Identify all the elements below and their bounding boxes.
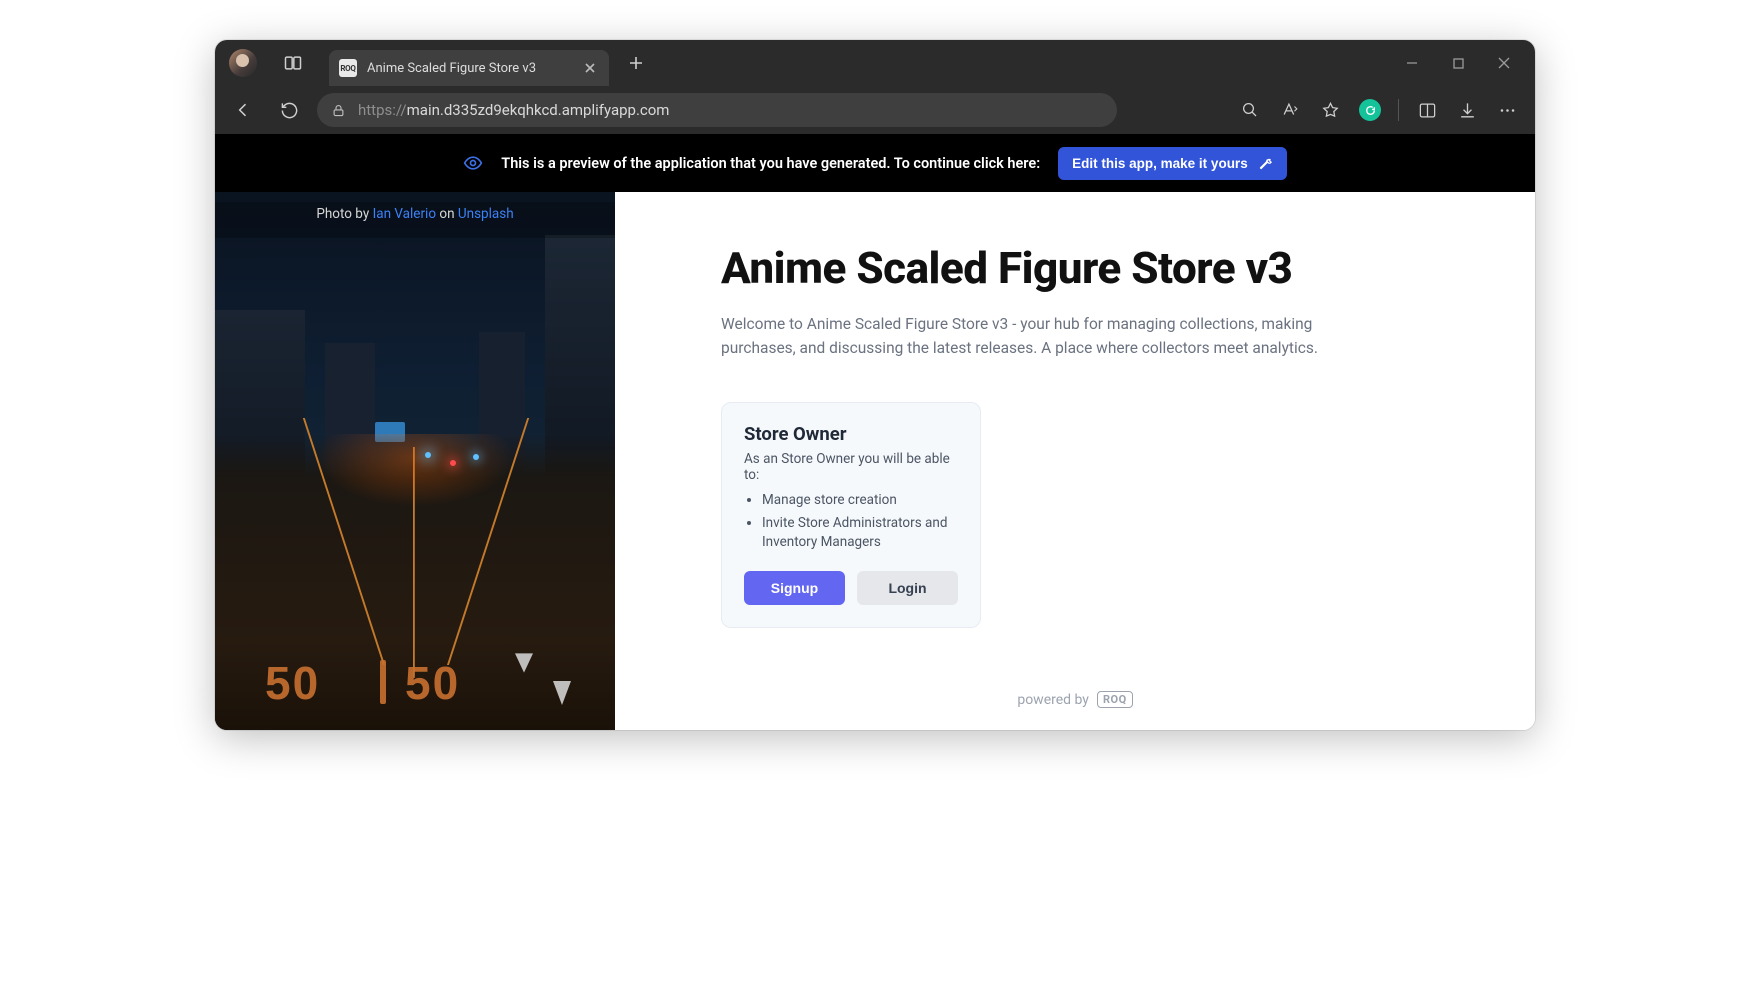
- banner-text: This is a preview of the application tha…: [501, 155, 1040, 172]
- list-item: Manage store creation: [762, 491, 958, 511]
- wrench-icon: [1258, 156, 1273, 171]
- browser-addressbar: https://main.d335zd9ekqhkcd.amplifyapp.c…: [215, 86, 1535, 134]
- edit-app-button-label: Edit this app, make it yours: [1072, 156, 1248, 171]
- zoom-icon[interactable]: [1232, 92, 1268, 128]
- main-panel: Anime Scaled Figure Store v3 Welcome to …: [615, 192, 1535, 730]
- favorite-icon[interactable]: [1312, 92, 1348, 128]
- powered-by-text: powered by: [1017, 692, 1089, 708]
- edit-app-button[interactable]: Edit this app, make it yours: [1058, 147, 1287, 180]
- lock-icon: [331, 103, 346, 118]
- url-text: https://main.d335zd9ekqhkcd.amplifyapp.c…: [358, 101, 669, 119]
- refresh-button[interactable]: [271, 92, 307, 128]
- maximize-button[interactable]: [1435, 40, 1481, 86]
- close-tab-button[interactable]: [581, 59, 599, 77]
- url-input[interactable]: https://main.d335zd9ekqhkcd.amplifyapp.c…: [317, 93, 1117, 127]
- tab-favicon-icon: ROQ: [339, 59, 357, 77]
- minimize-button[interactable]: [1389, 40, 1435, 86]
- signup-button[interactable]: Signup: [744, 571, 845, 605]
- read-aloud-icon[interactable]: [1272, 92, 1308, 128]
- preview-banner: This is a preview of the application tha…: [215, 134, 1535, 192]
- workspaces-icon[interactable]: [275, 45, 311, 81]
- close-window-button[interactable]: [1481, 40, 1527, 86]
- list-item: Invite Store Administrators and Inventor…: [762, 514, 958, 553]
- new-tab-button[interactable]: [621, 48, 651, 78]
- browser-tab[interactable]: ROQ Anime Scaled Figure Store v3: [329, 50, 609, 86]
- browser-window: ROQ Anime Scaled Figure Store v3 https:/: [215, 40, 1535, 730]
- back-button[interactable]: [225, 92, 261, 128]
- card-title: Store Owner: [744, 423, 958, 445]
- page-content: 50 50 Photo by Ian Valerio on Unsplash A…: [215, 192, 1535, 730]
- photo-source-link[interactable]: Unsplash: [458, 206, 514, 222]
- split-screen-icon[interactable]: [1409, 92, 1445, 128]
- grammarly-extension-icon[interactable]: [1352, 92, 1388, 128]
- browser-titlebar: ROQ Anime Scaled Figure Store v3: [215, 40, 1535, 86]
- role-card-store-owner: Store Owner As an Store Owner you will b…: [721, 402, 981, 628]
- road-number-left: 50: [265, 656, 320, 710]
- downloads-icon[interactable]: [1449, 92, 1485, 128]
- road-number-right: 50: [405, 656, 460, 710]
- profile-avatar[interactable]: [229, 49, 257, 77]
- card-capabilities-list: Manage store creation Invite Store Admin…: [762, 491, 958, 553]
- more-menu-icon[interactable]: [1489, 92, 1525, 128]
- toolbar-divider: [1398, 99, 1399, 121]
- page-subtitle: Welcome to Anime Scaled Figure Store v3 …: [721, 312, 1381, 360]
- roq-logo-icon: ROQ: [1097, 691, 1133, 708]
- photo-credit: Photo by Ian Valerio on Unsplash: [215, 202, 615, 238]
- page-title: Anime Scaled Figure Store v3: [721, 242, 1465, 294]
- page-footer: powered by ROQ: [615, 691, 1535, 708]
- tab-title: Anime Scaled Figure Store v3: [367, 61, 536, 76]
- card-subtitle: As an Store Owner you will be able to:: [744, 451, 958, 483]
- hero-image: 50 50 Photo by Ian Valerio on Unsplash: [215, 192, 615, 730]
- photo-author-link[interactable]: Ian Valerio: [373, 206, 436, 222]
- window-controls: [1389, 40, 1527, 86]
- eye-icon: [463, 153, 483, 173]
- login-button[interactable]: Login: [857, 571, 958, 605]
